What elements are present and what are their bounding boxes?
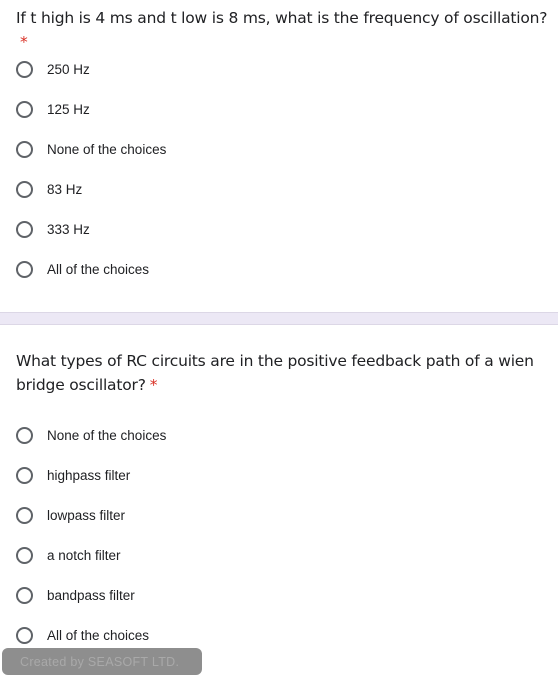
- q1-option-none[interactable]: None of the choices: [16, 137, 166, 161]
- radio-button-icon[interactable]: [16, 140, 33, 158]
- q1-option-333hz[interactable]: 333 Hz: [16, 217, 90, 241]
- question-1-text: If t high is 4 ms and t low is 8 ms, wha…: [16, 9, 548, 27]
- radio-button-icon[interactable]: [16, 100, 33, 118]
- q2-option-none[interactable]: None of the choices: [16, 423, 166, 447]
- q2-option-bandpass[interactable]: bandpass filter: [16, 583, 135, 607]
- question-1-title: If t high is 4 ms and t low is 8 ms, wha…: [16, 6, 556, 54]
- radio-button-icon[interactable]: [16, 60, 33, 78]
- q2-option-lowpass[interactable]: lowpass filter: [16, 503, 125, 527]
- option-label: 250 Hz: [47, 61, 90, 77]
- option-label: None of the choices: [47, 427, 167, 443]
- radio-button-icon[interactable]: [16, 506, 33, 524]
- question-2-title: What types of RC circuits are in the pos…: [16, 349, 536, 397]
- radio-button-icon[interactable]: [16, 260, 33, 278]
- q1-option-all[interactable]: All of the choices: [16, 257, 149, 281]
- radio-button-icon[interactable]: [16, 466, 33, 484]
- option-label: All of the choices: [47, 627, 150, 643]
- q1-option-83hz[interactable]: 83 Hz: [16, 177, 82, 201]
- q1-option-125hz[interactable]: 125 Hz: [16, 97, 90, 121]
- question-2-text: What types of RC circuits are in the pos…: [16, 352, 534, 394]
- required-asterisk: *: [20, 33, 28, 51]
- option-label: 83 Hz: [47, 181, 83, 197]
- option-label: 125 Hz: [47, 101, 90, 117]
- watermark: Created by SEASOFT LTD.: [2, 648, 202, 675]
- section-divider: [0, 312, 558, 325]
- q2-option-highpass[interactable]: highpass filter: [16, 463, 130, 487]
- option-label: a notch filter: [47, 547, 121, 563]
- radio-button-icon[interactable]: [16, 426, 33, 444]
- q1-option-250hz[interactable]: 250 Hz: [16, 57, 90, 81]
- required-asterisk: *: [149, 376, 158, 394]
- radio-button-icon[interactable]: [16, 626, 33, 644]
- option-label: lowpass filter: [47, 507, 126, 523]
- q2-option-notch[interactable]: a notch filter: [16, 543, 121, 567]
- q2-option-all[interactable]: All of the choices: [16, 623, 149, 647]
- option-label: bandpass filter: [47, 587, 135, 603]
- radio-button-icon[interactable]: [16, 586, 33, 604]
- option-label: None of the choices: [47, 141, 167, 157]
- option-label: All of the choices: [47, 261, 150, 277]
- option-label: 333 Hz: [47, 221, 90, 237]
- radio-button-icon[interactable]: [16, 220, 33, 238]
- radio-button-icon[interactable]: [16, 180, 33, 198]
- option-label: highpass filter: [47, 467, 131, 483]
- radio-button-icon[interactable]: [16, 546, 33, 564]
